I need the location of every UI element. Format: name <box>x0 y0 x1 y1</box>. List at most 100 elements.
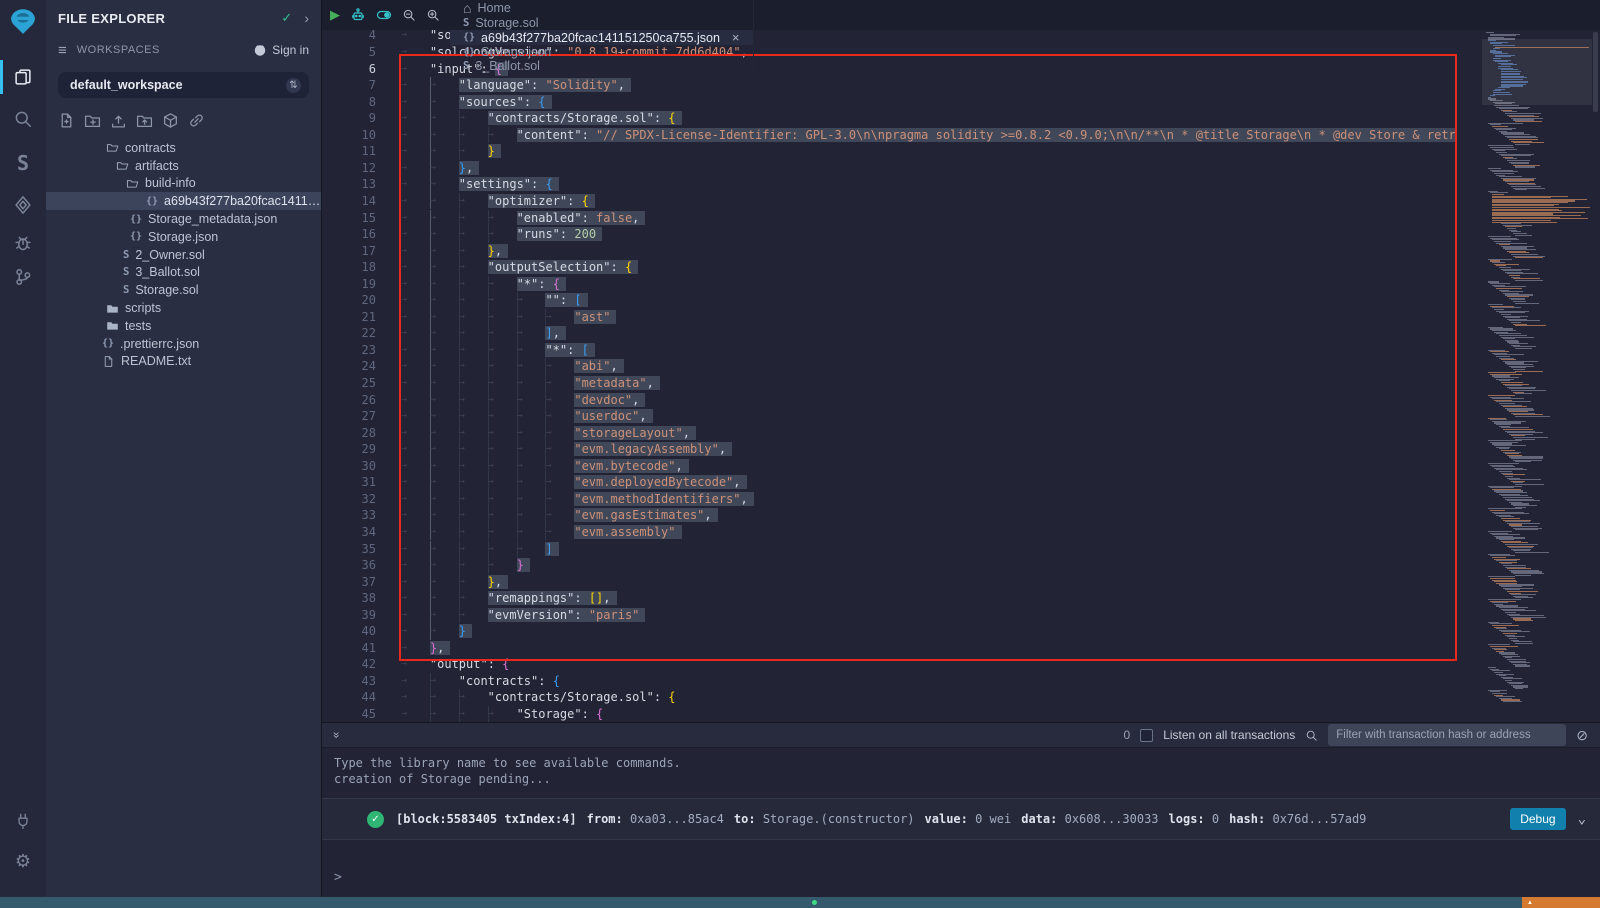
code-editor[interactable]: 4567891011121314151617181920212223242526… <box>322 30 1600 722</box>
code-line-22[interactable]: →→→→→], <box>401 325 1457 342</box>
zoom-out-icon[interactable] <box>402 8 416 22</box>
code-line-17[interactable]: →→→}, <box>401 243 1457 260</box>
tree-item-build-info[interactable]: build-info <box>46 175 321 193</box>
code-line-36[interactable]: →→→→} <box>401 557 1457 574</box>
tree-item-2-owner-sol[interactable]: S2_Owner.sol <box>46 246 321 264</box>
workspace-select[interactable]: default_workspace ⇅ <box>58 72 309 98</box>
tree-item-storage-metadata-json[interactable]: {}Storage_metadata.json <box>46 210 321 228</box>
expand-terminal-icon[interactable]: « <box>328 732 342 739</box>
minimap[interactable] <box>1482 30 1592 722</box>
rail-item-debugger[interactable] <box>0 228 46 258</box>
tree-item-artifacts[interactable]: artifacts <box>46 157 321 175</box>
code-line-7[interactable]: →→"language": "Solidity", <box>401 77 1457 94</box>
code-line-39[interactable]: →→→"evmVersion": "paris" <box>401 607 1457 624</box>
code-line-33[interactable]: →→→→→→"evm.gasEstimates", <box>401 507 1457 524</box>
tree-item-readme-txt[interactable]: README.txt <box>46 353 321 371</box>
code-line-18[interactable]: →→→"outputSelection": { <box>401 259 1457 276</box>
code-line-26[interactable]: →→→→→→"devdoc", <box>401 392 1457 409</box>
rail-item-solidity-compiler[interactable]: S <box>0 148 46 178</box>
indent-tab: → <box>517 474 546 491</box>
tab-storage-json[interactable]: {}Storage.json <box>450 45 754 59</box>
code-line-16[interactable]: →→→→"runs": 200 <box>401 226 1457 243</box>
tree-item-storage-json[interactable]: {}Storage.json <box>46 228 321 246</box>
code-line-31[interactable]: →→→→→→"evm.deployedBytecode", <box>401 474 1457 491</box>
code-line-40[interactable]: →→} <box>401 623 1457 640</box>
sign-in-button[interactable]: Sign in <box>253 43 309 57</box>
code-line-43[interactable]: →→"contracts": { <box>401 673 1457 690</box>
transaction-row[interactable]: ✓ [block:5583405 txIndex:4] from: 0xa03.… <box>322 798 1600 840</box>
chevron-right-icon[interactable]: › <box>304 10 309 26</box>
code-line-8[interactable]: →→"sources": { <box>401 94 1457 111</box>
code-line-24[interactable]: →→→→→→"abi", <box>401 358 1457 375</box>
code-line-41[interactable]: →}, <box>401 640 1457 657</box>
rail-item-file-explorer[interactable] <box>0 62 46 92</box>
new-file-icon[interactable] <box>58 112 75 129</box>
rail-item-deploy-run[interactable] <box>0 190 46 220</box>
rail-item-plugin-manager[interactable] <box>0 806 46 836</box>
upload-file-icon[interactable] <box>110 112 127 129</box>
code-line-38[interactable]: →→→"remappings": [], <box>401 590 1457 607</box>
line-number: 28 <box>330 425 376 442</box>
search-icon[interactable] <box>1305 729 1318 742</box>
debug-button[interactable]: Debug <box>1510 808 1565 830</box>
rail-item-search[interactable] <box>0 104 46 134</box>
tab-a69b43f277ba20fcac141151250ca755-json[interactable]: {}a69b43f277ba20fcac141151250ca755.json× <box>450 30 754 45</box>
ai-toggle-icon[interactable] <box>376 7 392 23</box>
tree-item-a69b43f277ba20fcac141151250ca7-[interactable]: {}a69b43f277ba20fcac141151250ca7... <box>46 192 321 210</box>
code-line-34[interactable]: →→→→→→"evm.assembly" <box>401 524 1457 541</box>
code-line-9[interactable]: →→→"contracts/Storage.sol": { <box>401 110 1457 127</box>
filter-input[interactable] <box>1328 724 1566 746</box>
code-line-37[interactable]: →→→}, <box>401 574 1457 591</box>
code-line-19[interactable]: →→→→"*": { <box>401 276 1457 293</box>
hamburger-menu-icon[interactable]: ≡ <box>58 42 67 59</box>
code-line-20[interactable]: →→→→→"": [ <box>401 292 1457 309</box>
code-line-11[interactable]: →→→} <box>401 143 1457 160</box>
tx-expand-chevron-icon[interactable]: ⌄ <box>1578 811 1586 827</box>
indent-tab: → <box>430 210 459 227</box>
rail-item-git[interactable] <box>0 262 46 292</box>
code-line-25[interactable]: →→→→→→"metadata", <box>401 375 1457 392</box>
rail-item-settings[interactable]: ⚙ <box>0 846 46 876</box>
tree-item-scripts[interactable]: scripts <box>46 299 321 317</box>
tree-item-tests[interactable]: tests <box>46 317 321 335</box>
link-icon[interactable] <box>188 112 205 129</box>
code-line-12[interactable]: →→}, <box>401 160 1457 177</box>
code-line-13[interactable]: →→"settings": { <box>401 176 1457 193</box>
code-line-32[interactable]: →→→→→→"evm.methodIdentifiers", <box>401 491 1457 508</box>
tree-item-3-ballot-sol[interactable]: S3_Ballot.sol <box>46 264 321 282</box>
code-line-27[interactable]: →→→→→→"userdoc", <box>401 408 1457 425</box>
clear-console-icon[interactable]: ⊘ <box>1576 727 1588 744</box>
code-line-44[interactable]: →→→"contracts/Storage.sol": { <box>401 689 1457 706</box>
ai-assistant-icon[interactable] <box>350 7 366 23</box>
terminal-body[interactable]: Type the library name to see available c… <box>322 748 1600 897</box>
zoom-in-icon[interactable] <box>426 8 440 22</box>
code-line-35[interactable]: →→→→→] <box>401 541 1457 558</box>
code-line-23[interactable]: →→→→→"*": [ <box>401 342 1457 359</box>
code-line-14[interactable]: →→→"optimizer": { <box>401 193 1457 210</box>
code-line-45[interactable]: →→→→"Storage": { <box>401 706 1457 722</box>
new-folder-icon[interactable] <box>84 112 101 129</box>
tree-item-storage-sol[interactable]: SStorage.sol <box>46 281 321 299</box>
code-line-30[interactable]: →→→→→→"evm.bytecode", <box>401 458 1457 475</box>
code-line-10[interactable]: →→→→"content": "// SPDX-License-Identifi… <box>401 127 1457 144</box>
listen-checkbox[interactable] <box>1140 729 1153 742</box>
run-script-button[interactable]: ▶ <box>330 7 340 23</box>
tab-3-ballot-sol[interactable]: S3_Ballot.sol <box>450 59 754 73</box>
line-number: 17 <box>330 243 376 260</box>
code-line-42[interactable]: →"output": { <box>401 656 1457 673</box>
tab-storage-sol[interactable]: SStorage.sol <box>450 16 754 30</box>
upload-folder-icon[interactable] <box>136 112 153 129</box>
code-line-29[interactable]: →→→→→→"evm.legacyAssembly", <box>401 441 1457 458</box>
editor-scrollbar[interactable] <box>1593 32 1598 112</box>
close-tab-icon[interactable]: × <box>732 30 740 45</box>
tree-item-contracts[interactable]: contracts <box>46 139 321 157</box>
rail-item-remix-logo[interactable] <box>0 6 46 36</box>
publish-box-icon[interactable] <box>162 112 179 129</box>
tree-item--prettierrc-json[interactable]: {}.prettierrc.json <box>46 335 321 353</box>
code-line-28[interactable]: →→→→→→"storageLayout", <box>401 425 1457 442</box>
code-line-15[interactable]: →→→→"enabled": false, <box>401 210 1457 227</box>
terminal-prompt[interactable]: > <box>334 870 342 885</box>
status-alert-segment[interactable]: ▲ <box>1522 897 1600 908</box>
tab-home[interactable]: ⌂Home <box>450 0 754 16</box>
code-line-21[interactable]: →→→→→→"ast" <box>401 309 1457 326</box>
